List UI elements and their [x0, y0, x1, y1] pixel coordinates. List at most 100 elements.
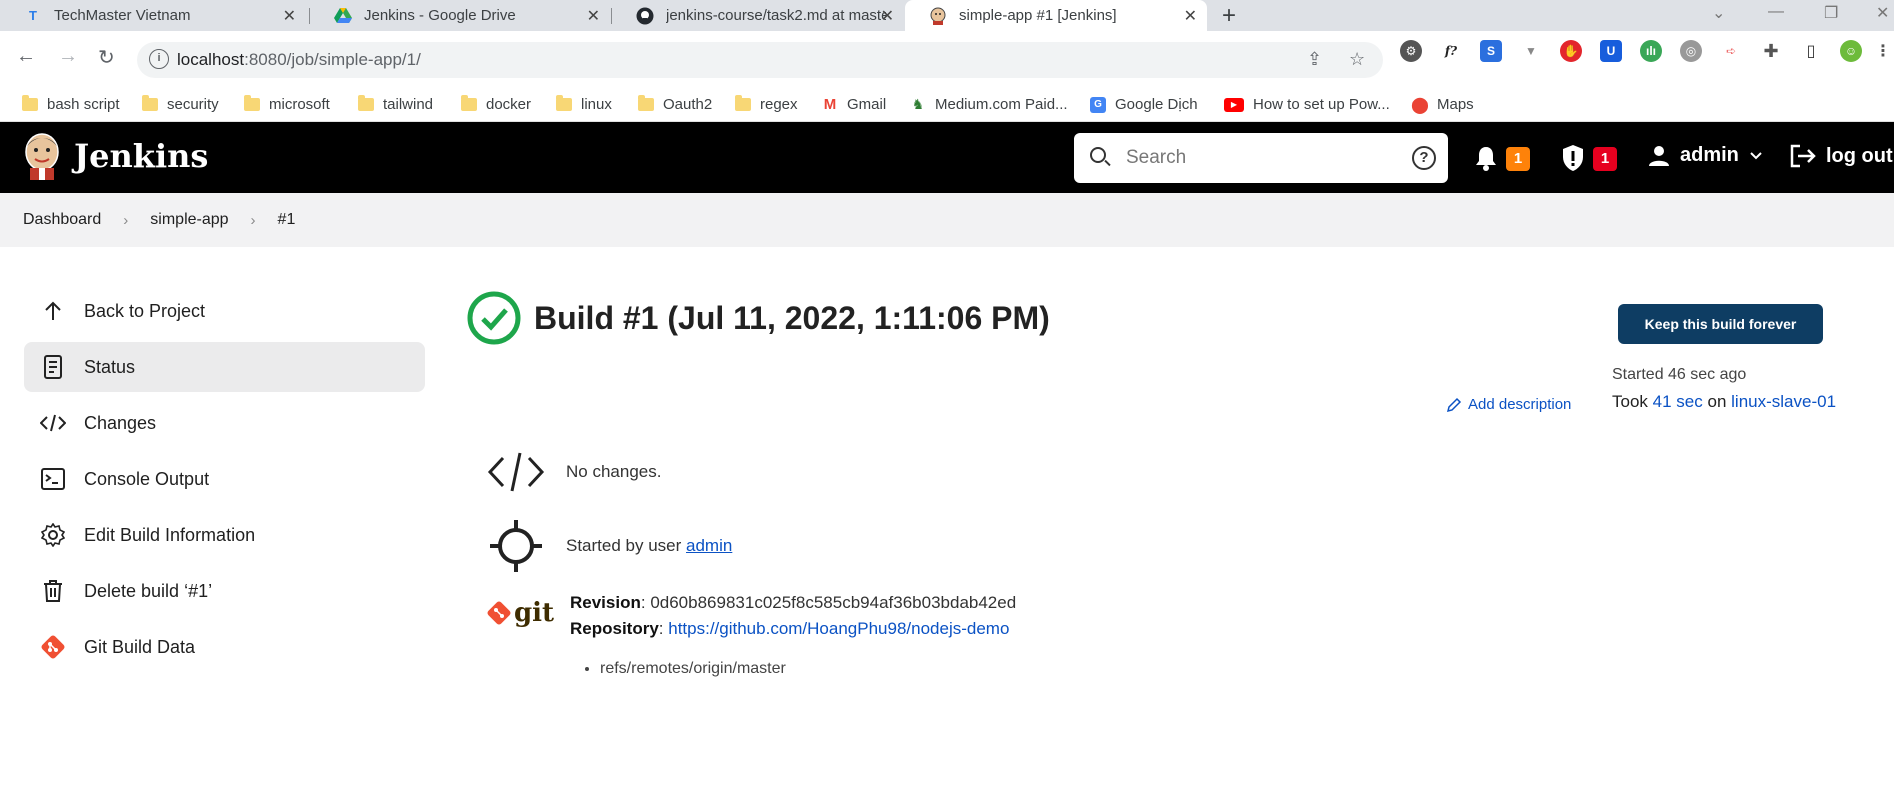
help-icon[interactable]: ?	[1412, 146, 1436, 170]
sidebar-item-git-build-data[interactable]: Git Build Data	[24, 622, 425, 672]
folder-icon	[22, 95, 38, 111]
address-url[interactable]: localhost:8080/job/simple-app/1/	[177, 50, 421, 70]
bookmark-docker[interactable]: docker	[461, 95, 531, 113]
bookmark-security[interactable]: security	[142, 95, 219, 113]
shield-icon[interactable]	[1561, 144, 1585, 177]
extension-arrow-icon[interactable]: ➪	[1720, 40, 1742, 62]
tab-github[interactable]: jenkins-course/task2.md at master ✕	[612, 0, 904, 31]
close-icon[interactable]: ✕	[283, 6, 296, 26]
gear-icon	[40, 522, 66, 548]
bookmark-medium[interactable]: ♞ Medium.com Paid...	[910, 96, 1068, 113]
git-icon	[487, 601, 511, 625]
bookmark-maps[interactable]: ⬤ Maps	[1411, 96, 1474, 114]
logout-icon	[1790, 144, 1816, 168]
bookmark-microsoft[interactable]: microsoft	[244, 95, 330, 113]
bookmark-label: Google Dịch	[1115, 96, 1198, 113]
build-started-time: Started 46 sec ago	[1612, 366, 1747, 383]
bookmark-linux[interactable]: linux	[556, 95, 612, 113]
keep-build-forever-button[interactable]: Keep this build forever	[1618, 304, 1823, 344]
folder-icon	[358, 95, 374, 111]
google-drive-icon	[334, 7, 352, 25]
sidebar-item-back-to-project[interactable]: Back to Project	[24, 286, 425, 336]
build-heading: Build #1 (Jul 11, 2022, 1:11:06 PM)	[466, 290, 1050, 346]
sidebar-item-console-output[interactable]: Console Output	[24, 454, 425, 504]
extension-formula-icon[interactable]: f?	[1440, 40, 1462, 62]
user-menu[interactable]: admin	[1648, 144, 1763, 167]
extension-s-icon[interactable]: S	[1480, 40, 1502, 62]
breadcrumb: Dashboard › simple-app › #1	[0, 193, 1894, 247]
extension-bars-icon[interactable]: ılı	[1640, 40, 1662, 62]
notifications-badge[interactable]: 1	[1506, 147, 1530, 171]
bookmark-regex[interactable]: regex	[735, 95, 798, 113]
folder-icon	[638, 95, 654, 111]
bookmark-youtube[interactable]: ▶ How to set up Pow...	[1224, 96, 1390, 113]
sidebar-item-label: Edit Build Information	[84, 524, 256, 545]
window-close-icon[interactable]: ✕	[1876, 3, 1889, 23]
extension-gear-icon[interactable]: ⚙	[1400, 40, 1422, 62]
restore-icon[interactable]: ❐	[1824, 3, 1838, 23]
sidebar-item-edit-build-information[interactable]: Edit Build Information	[24, 510, 425, 560]
bookmark-star-icon[interactable]: ☆	[1349, 49, 1365, 70]
adblock-icon[interactable]: ✋	[1560, 40, 1582, 62]
bookmark-gmail[interactable]: M Gmail	[822, 96, 886, 113]
security-badge[interactable]: 1	[1593, 147, 1617, 171]
search-input[interactable]	[1126, 145, 1386, 171]
bookmark-label: linux	[581, 96, 612, 113]
back-arrow-icon[interactable]: ←	[16, 45, 36, 68]
folder-icon	[735, 95, 751, 111]
logout-link[interactable]: log out	[1790, 144, 1893, 168]
bookmark-label: bash script	[47, 96, 120, 113]
started-by-text: Started by user admin	[566, 536, 732, 556]
address-bar[interactable]: i localhost:8080/job/simple-app/1/ ⇪ ☆	[137, 42, 1383, 78]
tab-jenkins-active[interactable]: simple-app #1 [Jenkins] ✕	[905, 0, 1207, 31]
repository-link[interactable]: https://github.com/HoangPhu98/nodejs-dem…	[668, 619, 1009, 638]
success-check-icon	[467, 291, 521, 345]
tab-title: simple-app #1 [Jenkins]	[959, 7, 1117, 24]
gmail-icon: M	[823, 96, 837, 113]
bookmark-bash-script[interactable]: bash script	[22, 95, 120, 113]
bitwarden-icon[interactable]: U	[1600, 40, 1622, 62]
duration-link[interactable]: 41 sec	[1653, 392, 1703, 411]
new-tab-button[interactable]: +	[1222, 2, 1236, 30]
extensions-puzzle-icon[interactable]: ✚	[1760, 40, 1782, 62]
bookmark-tailwind[interactable]: tailwind	[358, 95, 433, 113]
jenkins-logo[interactable]	[22, 132, 62, 180]
jenkins-header: Jenkins ? 1 1 admin log out	[0, 122, 1894, 193]
close-icon[interactable]: ✕	[1184, 6, 1197, 26]
took-label: Took	[1612, 392, 1648, 411]
browser-menu-icon[interactable]: ⋮	[1872, 40, 1894, 62]
code-icon	[484, 450, 548, 494]
jenkins-brand[interactable]: Jenkins	[74, 137, 208, 175]
arrow-up-icon	[40, 298, 66, 324]
sidebar-item-status[interactable]: Status	[24, 342, 425, 392]
breadcrumb-dashboard[interactable]: Dashboard	[23, 211, 101, 229]
bell-icon[interactable]	[1475, 145, 1497, 176]
site-info-icon[interactable]: i	[149, 49, 169, 69]
add-description-link[interactable]: Add description	[1446, 396, 1571, 413]
extension-globe-icon[interactable]: ◎	[1680, 40, 1702, 62]
bookmark-oauth2[interactable]: Oauth2	[638, 95, 712, 113]
profile-avatar[interactable]: ☺	[1840, 40, 1862, 62]
sidebar-item-delete-build[interactable]: Delete build ‘#1’	[24, 566, 425, 616]
git-logo: git	[486, 598, 554, 628]
tab-techmaster[interactable]: T TechMaster Vietnam ✕	[0, 0, 306, 31]
reload-icon[interactable]: ↻	[98, 45, 115, 70]
github-icon	[636, 7, 654, 25]
sidebar-item-changes[interactable]: Changes	[24, 398, 425, 448]
side-panel-icon[interactable]: ▯	[1800, 40, 1822, 62]
bookmark-google-translate[interactable]: G Google Dịch	[1090, 96, 1198, 113]
agent-link[interactable]: linux-slave-01	[1731, 392, 1836, 411]
started-by-user-link[interactable]: admin	[686, 536, 732, 555]
add-description-label: Add description	[1468, 396, 1572, 413]
breadcrumb-build[interactable]: #1	[278, 211, 296, 229]
breadcrumb-simple-app[interactable]: simple-app	[150, 211, 228, 229]
minimize-icon[interactable]: —	[1768, 3, 1784, 21]
branch-list: refs/remotes/origin/master	[600, 660, 786, 678]
close-icon[interactable]: ✕	[881, 6, 894, 26]
forward-arrow-icon[interactable]: →	[58, 45, 78, 68]
extension-v-icon[interactable]: ▼	[1520, 40, 1542, 62]
tab-google-drive[interactable]: Jenkins - Google Drive ✕	[310, 0, 610, 31]
chevron-down-icon[interactable]: ⌄	[1712, 3, 1725, 23]
share-icon[interactable]: ⇪	[1307, 49, 1322, 70]
close-icon[interactable]: ✕	[587, 6, 600, 26]
